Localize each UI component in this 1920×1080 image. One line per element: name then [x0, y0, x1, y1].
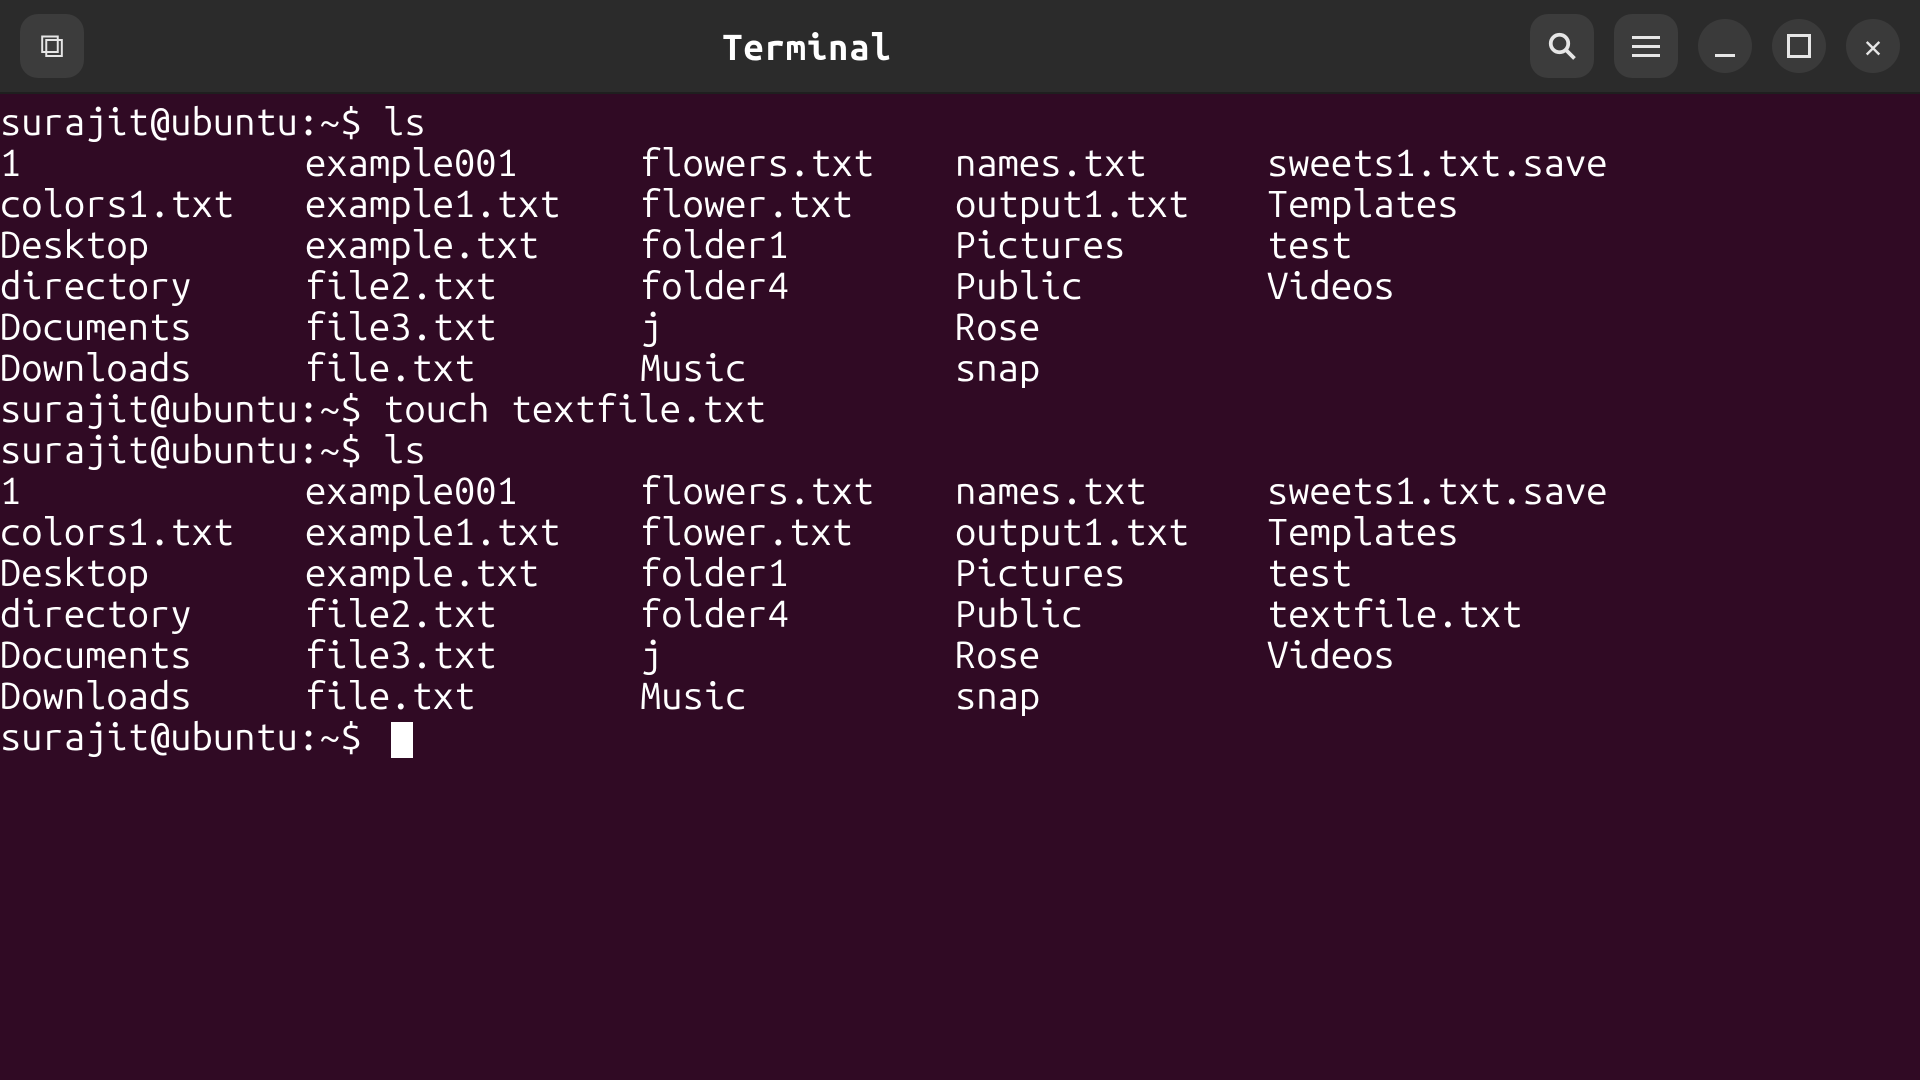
ls-entry: Templates	[1267, 512, 1920, 553]
prompt-text: surajit@ubuntu:~$	[0, 716, 383, 758]
ls-entry: example1.txt	[305, 512, 640, 553]
ls-entry: sweets1.txt.save	[1267, 471, 1920, 512]
ls-entry: folder4	[640, 594, 955, 635]
hamburger-icon	[1632, 36, 1660, 57]
ls-entry: output1.txt	[955, 512, 1267, 553]
minimize-icon	[1715, 54, 1735, 57]
ls-entry: Public	[955, 594, 1267, 635]
ls-entry: Rose	[955, 307, 1267, 348]
ls-entry: flowers.txt	[640, 143, 955, 184]
ls-entry: j	[640, 307, 955, 348]
ls-entry: Pictures	[955, 225, 1267, 266]
ls-entry: Downloads	[0, 348, 305, 389]
minimize-button[interactable]	[1698, 19, 1752, 73]
ls-entry: Videos	[1267, 635, 1920, 676]
ls-entry: Desktop	[0, 225, 305, 266]
ls-entry: output1.txt	[955, 184, 1267, 225]
ls-entry: Videos	[1267, 266, 1920, 307]
ls-entry: file3.txt	[305, 307, 640, 348]
ls-entry: colors1.txt	[0, 184, 305, 225]
ls-entry: folder1	[640, 553, 955, 594]
ls-entry: Templates	[1267, 184, 1920, 225]
ls-entry: folder1	[640, 225, 955, 266]
ls-entry: names.txt	[955, 471, 1267, 512]
ls-entry: textfile.txt	[1267, 594, 1920, 635]
ls-entry: flower.txt	[640, 184, 955, 225]
ls-entry: folder4	[640, 266, 955, 307]
search-button[interactable]	[1530, 14, 1594, 78]
ls-entry: Music	[640, 676, 955, 717]
ls-entry: test	[1267, 225, 1920, 266]
ls-entry	[1267, 348, 1920, 389]
ls-entry: Documents	[0, 635, 305, 676]
prompt-text: surajit@ubuntu:~$	[0, 101, 383, 143]
ls-entry: directory	[0, 266, 305, 307]
terminal-body[interactable]: surajit@ubuntu:~$ ls1example001flowers.t…	[0, 94, 1920, 758]
prompt-line: surajit@ubuntu:~$	[0, 717, 1920, 758]
new-tab-icon: ⧉	[40, 29, 64, 63]
prompt-text: surajit@ubuntu:~$	[0, 388, 383, 430]
ls-entry	[1267, 307, 1920, 348]
ls-entry: example001	[305, 471, 640, 512]
ls-entry: file3.txt	[305, 635, 640, 676]
menu-button[interactable]	[1614, 14, 1678, 78]
ls-entry: flowers.txt	[640, 471, 955, 512]
maximize-button[interactable]	[1772, 19, 1826, 73]
ls-entry: 1	[0, 143, 305, 184]
prompt-line: surajit@ubuntu:~$ touch textfile.txt	[0, 389, 1920, 430]
ls-entry	[1267, 676, 1920, 717]
ls-entry: 1	[0, 471, 305, 512]
prompt-text: surajit@ubuntu:~$	[0, 429, 383, 471]
close-icon: ✕	[1864, 31, 1882, 61]
cursor	[391, 722, 413, 758]
titlebar: ⧉ Terminal ✕	[0, 0, 1920, 94]
ls-entry: colors1.txt	[0, 512, 305, 553]
ls-entry: Rose	[955, 635, 1267, 676]
prompt-line: surajit@ubuntu:~$ ls	[0, 430, 1920, 471]
prompt-line: surajit@ubuntu:~$ ls	[0, 102, 1920, 143]
ls-entry: snap	[955, 348, 1267, 389]
search-icon	[1547, 31, 1577, 61]
ls-entry: test	[1267, 553, 1920, 594]
command-text: ls	[383, 429, 426, 471]
ls-entry: snap	[955, 676, 1267, 717]
command-text: ls	[383, 101, 426, 143]
ls-entry: example.txt	[305, 225, 640, 266]
ls-entry: file.txt	[305, 676, 640, 717]
ls-output: 1example001flowers.txtnames.txtsweets1.t…	[0, 143, 1920, 389]
ls-entry: directory	[0, 594, 305, 635]
command-text: touch textfile.txt	[383, 388, 766, 430]
ls-entry: Public	[955, 266, 1267, 307]
ls-entry: example001	[305, 143, 640, 184]
ls-entry: names.txt	[955, 143, 1267, 184]
ls-entry: example.txt	[305, 553, 640, 594]
ls-entry: Music	[640, 348, 955, 389]
window-title: Terminal	[722, 26, 891, 67]
ls-entry: flower.txt	[640, 512, 955, 553]
maximize-icon	[1787, 34, 1811, 58]
ls-entry: file2.txt	[305, 594, 640, 635]
new-tab-button[interactable]: ⧉	[20, 14, 84, 78]
ls-entry: Desktop	[0, 553, 305, 594]
close-button[interactable]: ✕	[1846, 19, 1900, 73]
ls-entry: Documents	[0, 307, 305, 348]
ls-entry: j	[640, 635, 955, 676]
ls-entry: file.txt	[305, 348, 640, 389]
ls-output: 1example001flowers.txtnames.txtsweets1.t…	[0, 471, 1920, 717]
ls-entry: Pictures	[955, 553, 1267, 594]
ls-entry: Downloads	[0, 676, 305, 717]
ls-entry: example1.txt	[305, 184, 640, 225]
ls-entry: file2.txt	[305, 266, 640, 307]
ls-entry: sweets1.txt.save	[1267, 143, 1920, 184]
